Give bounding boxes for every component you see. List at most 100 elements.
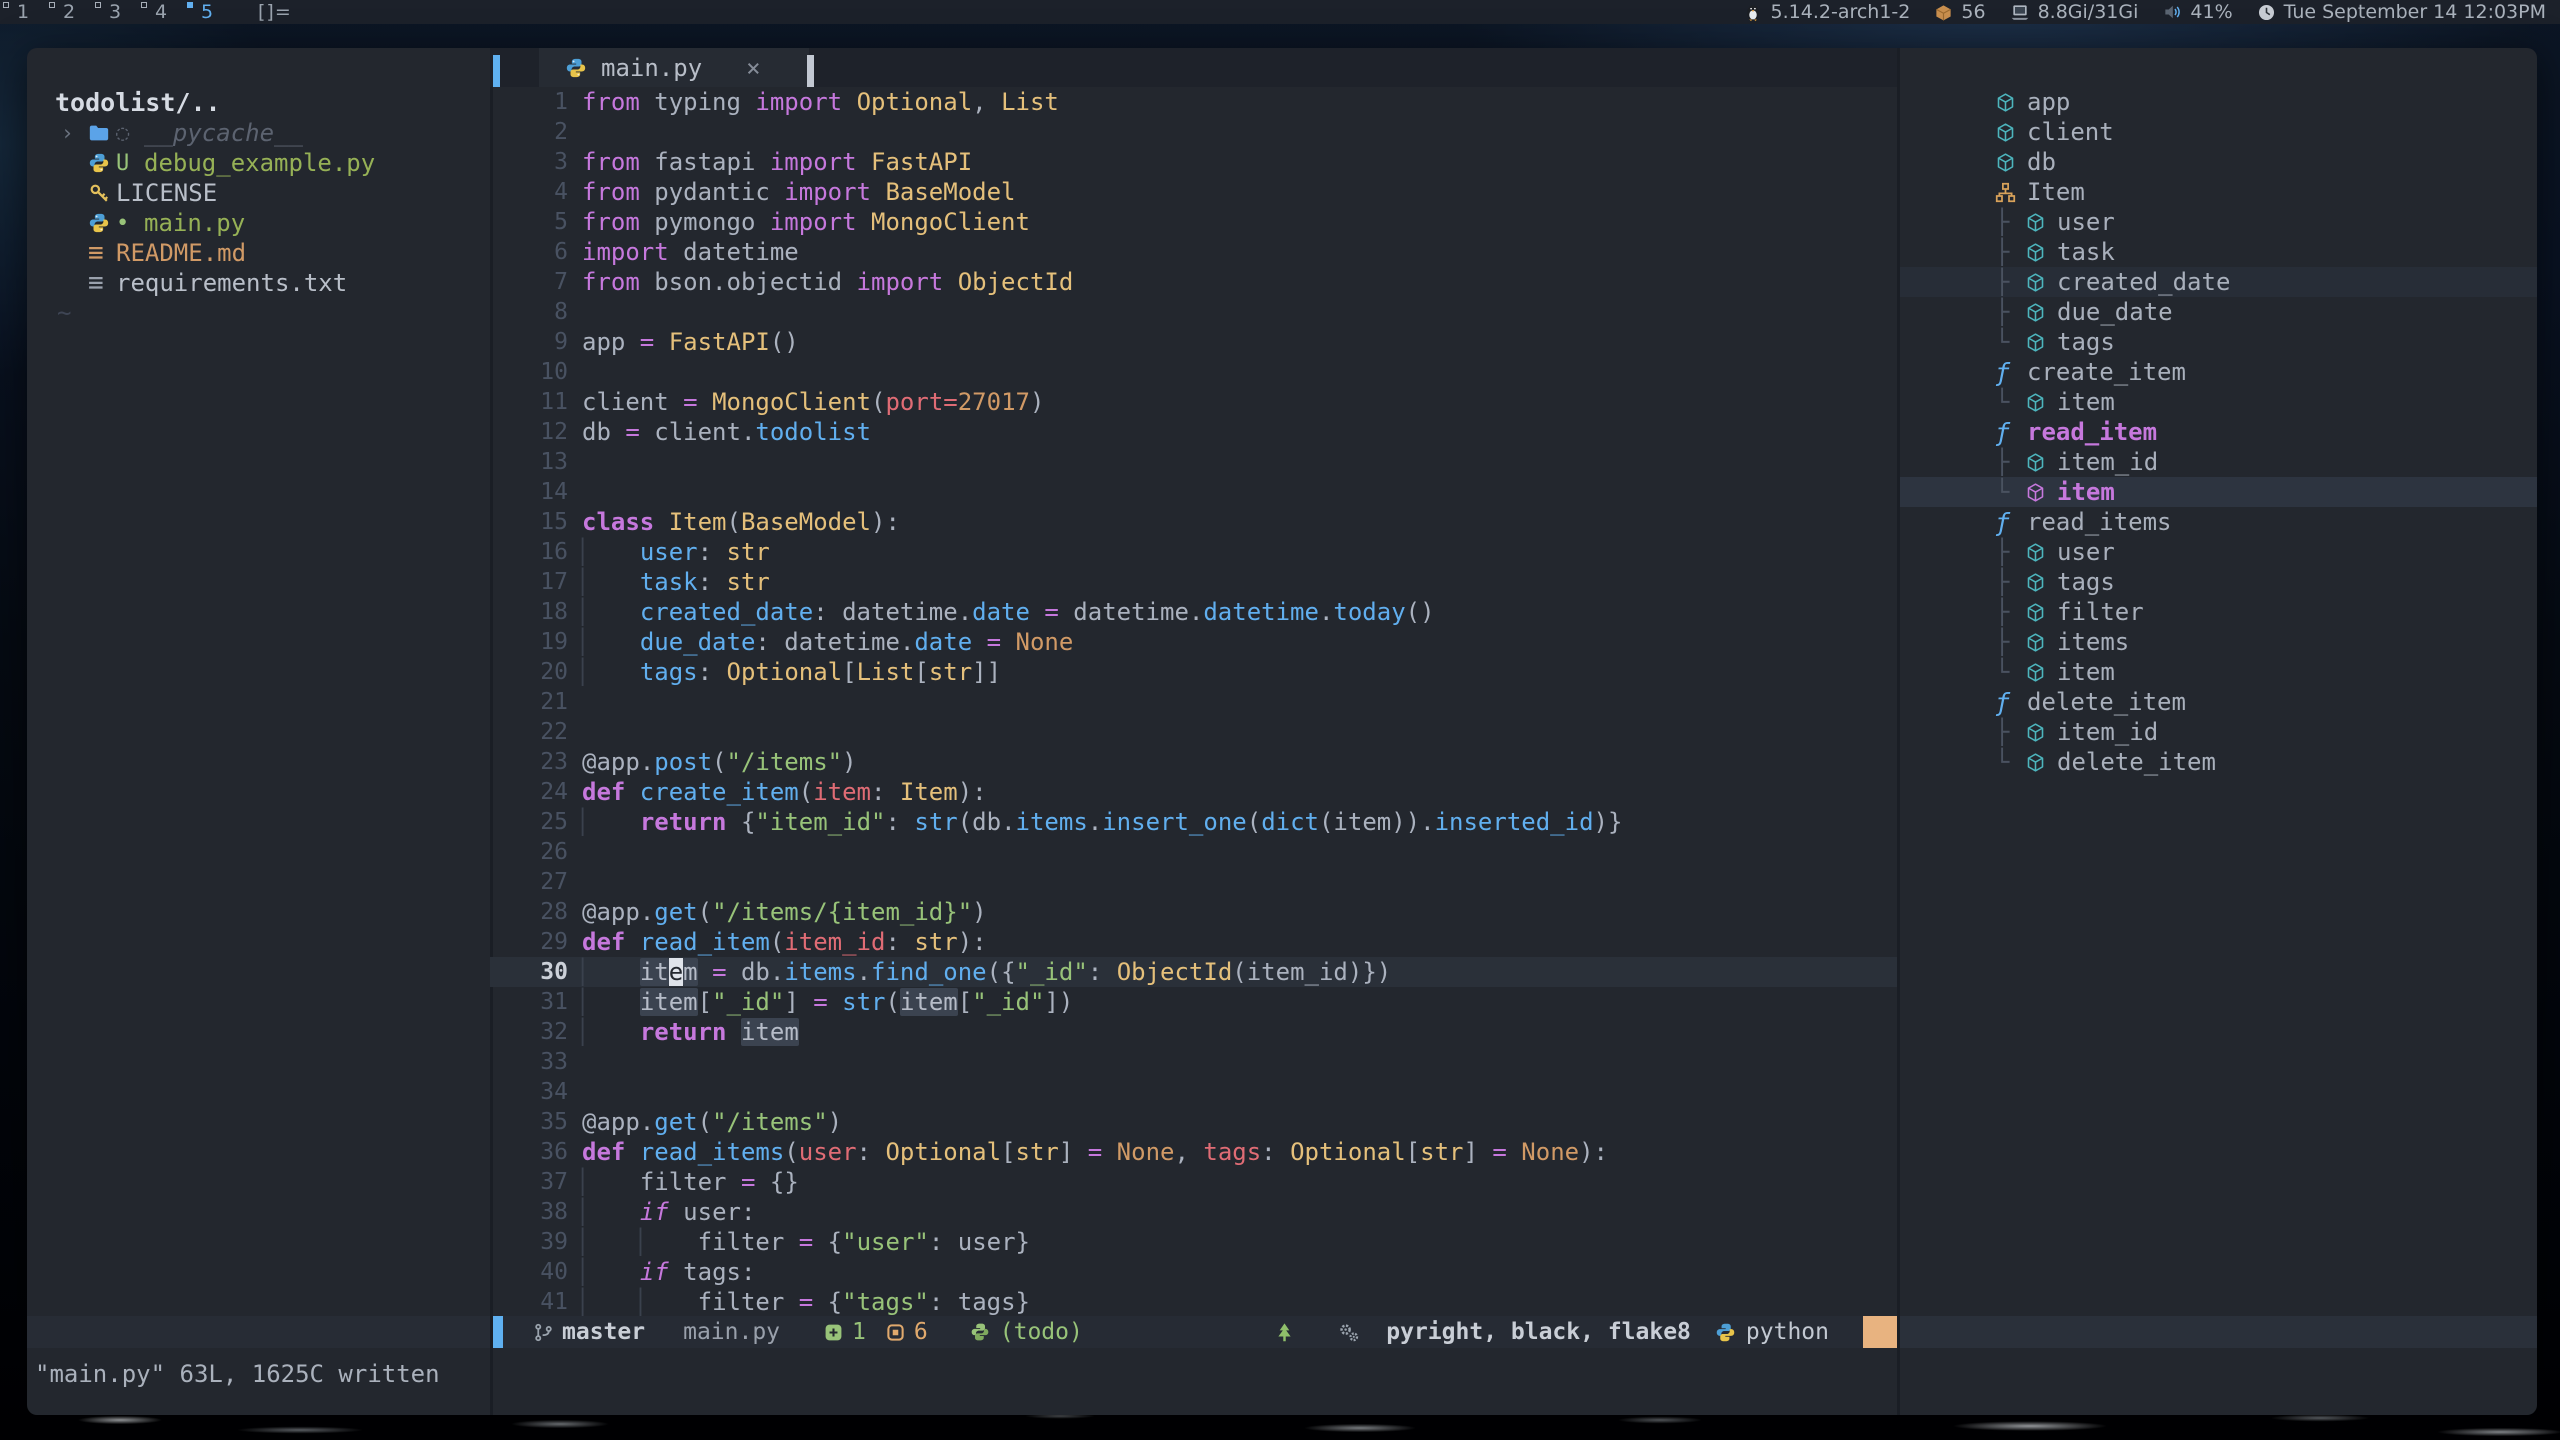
code-line-5[interactable]: 5from pymongo import MongoClient xyxy=(490,207,1897,237)
line-number: 4 xyxy=(490,179,582,205)
file-tree-item-requirements-txt[interactable]: ≡requirements.txt xyxy=(27,268,490,298)
layout-symbol[interactable]: []= xyxy=(258,1,292,23)
symbol-label: item xyxy=(2057,388,2115,416)
outline-symbol-db[interactable]: db xyxy=(1900,147,2537,177)
code-line-34[interactable]: 34 xyxy=(490,1077,1897,1107)
code-line-20[interactable]: 20▏ tags: Optional[List[str]] xyxy=(490,657,1897,687)
file-name: debug_example.py xyxy=(144,149,375,177)
code-line-12[interactable]: 12db = client.todolist xyxy=(490,417,1897,447)
code-line-19[interactable]: 19▏ due_date: datetime.date = None xyxy=(490,627,1897,657)
file-tree-root[interactable]: todolist/.. xyxy=(27,88,490,118)
code-line-26[interactable]: 26 xyxy=(490,837,1897,867)
git-branch-name[interactable]: master xyxy=(562,1319,645,1345)
outline-symbol-delete_item[interactable]: └delete_item xyxy=(1900,747,2537,777)
file-status-indicator: ◌ xyxy=(116,121,144,146)
outline-symbol-app[interactable]: app xyxy=(1900,87,2537,117)
tab-close-icon[interactable]: × xyxy=(746,54,760,82)
code-line-7[interactable]: 7from bson.objectid import ObjectId xyxy=(490,267,1897,297)
code-line-6[interactable]: 6import datetime xyxy=(490,237,1897,267)
outline-symbol-delete_item[interactable]: ƒdelete_item xyxy=(1900,687,2537,717)
code-text: ▏ return {"item_id": str(db.items.insert… xyxy=(582,808,1622,836)
file-tree-item-main-py[interactable]: •main.py xyxy=(27,208,490,238)
code-line-1[interactable]: 1from typing import Optional, List xyxy=(490,87,1897,117)
outline-symbol-user[interactable]: ├user xyxy=(1900,207,2537,237)
workspace-tag-5-active[interactable]: 5 xyxy=(184,0,230,24)
outline-symbol-filter[interactable]: ├filter xyxy=(1900,597,2537,627)
code-line-4[interactable]: 4from pydantic import BaseModel xyxy=(490,177,1897,207)
file-tree-item--pycache-[interactable]: ›◌__pycache__ xyxy=(27,118,490,148)
symbol-label: item_id xyxy=(2057,718,2158,746)
code-line-41[interactable]: 41▏ ▏ filter = {"tags": tags} xyxy=(490,1287,1897,1317)
file-name: main.py xyxy=(144,209,245,237)
kernel-version: 5.14.2-arch1-2 xyxy=(1771,1,1911,23)
code-line-39[interactable]: 39▏ ▏ filter = {"user": user} xyxy=(490,1227,1897,1257)
file-tree-item-debug-example-py[interactable]: Udebug_example.py xyxy=(27,148,490,178)
code-line-3[interactable]: 3from fastapi import FastAPI xyxy=(490,147,1897,177)
outline-symbol-item_id[interactable]: ├item_id xyxy=(1900,717,2537,747)
code-line-14[interactable]: 14 xyxy=(490,477,1897,507)
outline-symbol-tags[interactable]: └tags xyxy=(1900,327,2537,357)
outline-symbol-create_item[interactable]: ƒcreate_item xyxy=(1900,357,2537,387)
outline-symbol-client[interactable]: client xyxy=(1900,117,2537,147)
outline-symbol-read_item[interactable]: ƒread_item xyxy=(1900,417,2537,447)
line-number: 14 xyxy=(490,479,582,505)
outline-symbol-task[interactable]: ├task xyxy=(1900,237,2537,267)
code-text: ▏ task: str xyxy=(582,568,770,596)
outline-symbol-read_items[interactable]: ƒread_items xyxy=(1900,507,2537,537)
code-line-27[interactable]: 27 xyxy=(490,867,1897,897)
outline-symbol-user[interactable]: ├user xyxy=(1900,537,2537,567)
workspace-tag-4[interactable]: 4 xyxy=(138,0,184,24)
code-line-22[interactable]: 22 xyxy=(490,717,1897,747)
code-line-21[interactable]: 21 xyxy=(490,687,1897,717)
code-text: client = MongoClient(port=27017) xyxy=(582,388,1044,416)
outline-symbol-item_id[interactable]: ├item_id xyxy=(1900,447,2537,477)
lsp-servers: pyright, black, flake8 xyxy=(1386,1319,1691,1345)
code-line-15[interactable]: 15class Item(BaseModel): xyxy=(490,507,1897,537)
line-number: 19 xyxy=(490,629,582,655)
line-number: 15 xyxy=(490,509,582,535)
line-number: 38 xyxy=(490,1199,582,1225)
code-line-37[interactable]: 37▏ filter = {} xyxy=(490,1167,1897,1197)
tree-connector: ├ xyxy=(1995,538,2025,566)
outline-symbol-created_date[interactable]: ├created_date xyxy=(1900,267,2537,297)
code-line-2[interactable]: 2 xyxy=(490,117,1897,147)
code-line-32[interactable]: 32▏ return item xyxy=(490,1017,1897,1047)
code-line-36[interactable]: 36def read_items(user: Optional[str] = N… xyxy=(490,1137,1897,1167)
code-line-18[interactable]: 18▏ created_date: datetime.date = dateti… xyxy=(490,597,1897,627)
code-line-17[interactable]: 17▏ task: str xyxy=(490,567,1897,597)
code-line-10[interactable]: 10 xyxy=(490,357,1897,387)
workspace-tag-2[interactable]: 2 xyxy=(46,0,92,24)
line-number: 8 xyxy=(490,299,582,325)
code-line-16[interactable]: 16▏ user: str xyxy=(490,537,1897,567)
code-line-24[interactable]: 24def create_item(item: Item): xyxy=(490,777,1897,807)
code-line-11[interactable]: 11client = MongoClient(port=27017) xyxy=(490,387,1897,417)
code-line-23[interactable]: 23@app.post("/items") xyxy=(490,747,1897,777)
code-line-13[interactable]: 13 xyxy=(490,447,1897,477)
code-line-30[interactable]: 30▏ item = db.items.find_one({"_id": Obj… xyxy=(490,957,1897,987)
code-line-31[interactable]: 31▏ item["_id"] = str(item["_id"]) xyxy=(490,987,1897,1017)
outline-symbol-tags[interactable]: ├tags xyxy=(1900,567,2537,597)
tree-connector: ├ xyxy=(1995,298,2025,326)
workspace-tag-1[interactable]: 1 xyxy=(0,0,46,24)
code-line-25[interactable]: 25▏ return {"item_id": str(db.items.inse… xyxy=(490,807,1897,837)
code-line-9[interactable]: 9app = FastAPI() xyxy=(490,327,1897,357)
code-line-38[interactable]: 38▏ if user: xyxy=(490,1197,1897,1227)
file-tree-item-readme-md[interactable]: ≡README.md xyxy=(27,238,490,268)
code-line-33[interactable]: 33 xyxy=(490,1047,1897,1077)
outline-symbol-item[interactable]: └item xyxy=(1900,477,2537,507)
code-line-29[interactable]: 29def read_item(item_id: str): xyxy=(490,927,1897,957)
outline-symbol-items[interactable]: ├items xyxy=(1900,627,2537,657)
outline-symbol-item[interactable]: └item xyxy=(1900,387,2537,417)
line-number: 11 xyxy=(490,389,582,415)
outline-symbol-item[interactable]: └item xyxy=(1900,657,2537,687)
code-line-28[interactable]: 28@app.get("/items/{item_id}") xyxy=(490,897,1897,927)
file-tree-item-license[interactable]: LICENSE xyxy=(27,178,490,208)
workspace-tag-3[interactable]: 3 xyxy=(92,0,138,24)
line-number: 2 xyxy=(490,119,582,145)
code-line-35[interactable]: 35@app.get("/items") xyxy=(490,1107,1897,1137)
code-line-40[interactable]: 40▏ if tags: xyxy=(490,1257,1897,1287)
outline-symbol-Item[interactable]: Item xyxy=(1900,177,2537,207)
outline-symbol-due_date[interactable]: ├due_date xyxy=(1900,297,2537,327)
tab-main-py[interactable]: main.py × xyxy=(539,48,809,87)
code-line-8[interactable]: 8 xyxy=(490,297,1897,327)
